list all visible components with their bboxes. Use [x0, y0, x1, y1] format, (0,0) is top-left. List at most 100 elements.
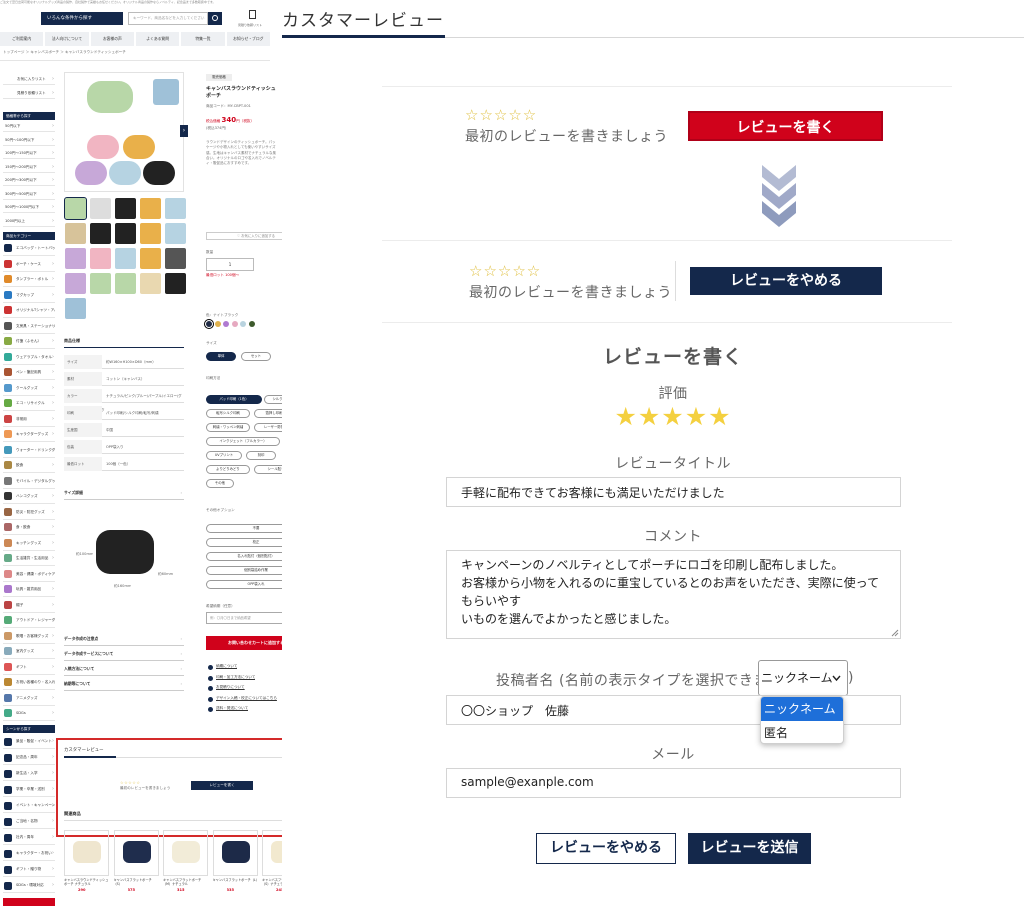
- global-nav-item[interactable]: お客様の声: [90, 32, 134, 46]
- size-option-set[interactable]: セット: [241, 352, 271, 361]
- sidebar-category-item[interactable]: SDGs: [3, 706, 55, 721]
- color-swatch[interactable]: [214, 321, 221, 327]
- rating-star-icon[interactable]: ★: [685, 402, 708, 431]
- sidebar-price-item[interactable]: 500円〜1000円以下: [3, 202, 55, 213]
- color-swatch[interactable]: [223, 321, 229, 327]
- product-thumbnail[interactable]: [64, 197, 87, 220]
- sidebar-price-item[interactable]: 100円〜150円以下: [3, 148, 55, 159]
- sidebar-scene-item[interactable]: ご当地・名物: [3, 814, 55, 829]
- print-option[interactable]: パッド印刷（1色）: [206, 395, 262, 404]
- print-option[interactable]: よりどりみどり: [206, 465, 250, 474]
- sidebar-category-item[interactable]: ペン・筆記用具: [3, 365, 55, 380]
- sidebar-scene-item[interactable]: イベント・キャンペーン: [3, 798, 55, 813]
- product-thumbnail[interactable]: [90, 273, 111, 294]
- sidebar-category-item[interactable]: タンブラー・ボトル: [3, 272, 55, 287]
- sidebar-category-item[interactable]: オリジナルTシャツ・アパレル: [3, 303, 55, 318]
- cancel-review-button-top[interactable]: レビューをやめる: [690, 267, 882, 295]
- product-thumbnail[interactable]: [115, 198, 136, 219]
- product-thumbnail[interactable]: [90, 248, 111, 269]
- sidebar-category-item[interactable]: 生活雑貨・生活用品: [3, 551, 55, 566]
- rating-stars[interactable]: ★★★★★: [282, 402, 1024, 431]
- product-thumbnail[interactable]: [165, 273, 186, 294]
- color-swatch[interactable]: [240, 321, 246, 327]
- sidebar-category-item[interactable]: キッチングッズ: [3, 536, 55, 551]
- product-thumbnail[interactable]: [140, 223, 161, 244]
- sidebar-category-item[interactable]: 文房具・ステーショナリー: [3, 319, 55, 334]
- sidebar-category-item[interactable]: アニメグッズ: [3, 691, 55, 706]
- sidebar-category-item[interactable]: クールグッズ: [3, 381, 55, 396]
- print-option[interactable]: 刻印: [246, 451, 276, 460]
- sidebar-category-item[interactable]: 室内グッズ: [3, 644, 55, 659]
- mini-write-review-button[interactable]: レビューを書く: [191, 781, 253, 790]
- related-product-name[interactable]: キャンバスフラットポーチ（S）: [114, 878, 159, 887]
- sidebar-price-item[interactable]: 50円以下: [3, 121, 55, 132]
- sidebar-category-item[interactable]: お祝い各種のり・名入れグッズ: [3, 675, 55, 690]
- sidebar-category-item[interactable]: アウトドア・レジャーグッズ: [3, 613, 55, 628]
- accordion-item[interactable]: 入稿方法について: [64, 662, 184, 676]
- related-product-card[interactable]: [64, 830, 109, 876]
- product-thumbnail[interactable]: [140, 273, 161, 294]
- sidebar-category-item[interactable]: 防災・防犯グッズ: [3, 505, 55, 520]
- info-link[interactable]: 納期について: [216, 664, 237, 669]
- search-by-condition-button[interactable]: いろんな条件から探す: [41, 12, 123, 25]
- rating-star-icon[interactable]: ★: [614, 402, 637, 431]
- sidebar-category-item[interactable]: エコ・リサイクル: [3, 396, 55, 411]
- product-main-image[interactable]: [64, 72, 184, 192]
- name-type-select[interactable]: ニックネーム: [758, 660, 848, 696]
- cancel-review-button[interactable]: レビューをやめる: [536, 833, 676, 864]
- sidebar-favorites[interactable]: お気に入りリスト: [3, 74, 55, 85]
- info-link[interactable]: 送料・発送について: [216, 706, 248, 711]
- global-nav-item[interactable]: 法人向けについて: [45, 32, 89, 46]
- sidebar-scene-item[interactable]: 新生活・入学: [3, 766, 55, 781]
- product-thumbnail[interactable]: [165, 198, 186, 219]
- product-thumbnail[interactable]: [140, 248, 161, 269]
- email-input[interactable]: sample@exanple.com: [446, 768, 901, 798]
- product-thumbnail[interactable]: [140, 198, 161, 219]
- product-thumbnail[interactable]: [90, 223, 111, 244]
- sidebar-price-item[interactable]: 1000円以上: [3, 216, 55, 227]
- sidebar-scene-item[interactable]: ギフト・贈り物: [3, 862, 55, 877]
- sidebar-scene-item[interactable]: 記念品・周年: [3, 750, 55, 765]
- related-product-name[interactable]: キャンバスフラットポーチ（L）: [213, 878, 258, 887]
- sidebar-price-item[interactable]: 150円〜200円以下: [3, 162, 55, 173]
- sidebar-quote-list[interactable]: 見積り依頼リスト: [3, 88, 55, 99]
- quote-list-icon[interactable]: [245, 10, 259, 22]
- product-thumbnail[interactable]: [165, 223, 186, 244]
- sidebar-scene-item[interactable]: キャラクター・お祝い: [3, 846, 55, 861]
- sidebar-scene-item[interactable]: SDGs・環境対応: [3, 878, 55, 893]
- related-product-card[interactable]: [113, 830, 159, 876]
- rating-star-icon[interactable]: ★: [661, 402, 684, 431]
- write-review-button[interactable]: レビューを書く: [688, 111, 883, 141]
- sidebar-category-item[interactable]: ウェアラブル・タオル: [3, 350, 55, 365]
- product-thumbnail[interactable]: [65, 223, 86, 244]
- accordion-item[interactable]: データ作成サービスについて: [64, 647, 184, 661]
- global-nav-item[interactable]: よくある質問: [135, 32, 180, 46]
- resize-handle-icon[interactable]: [891, 629, 899, 637]
- sidebar-category-item[interactable]: ギフト: [3, 660, 55, 675]
- sidebar-category-item[interactable]: 飲食: [3, 458, 55, 473]
- info-link[interactable]: デザイン入稿・校正についてはこちら: [216, 696, 277, 701]
- global-nav-item[interactable]: 特集一覧: [181, 32, 225, 46]
- sidebar-scene-item[interactable]: 社内・周年: [3, 830, 55, 845]
- product-thumbnail[interactable]: [115, 273, 136, 294]
- product-thumbnail[interactable]: [165, 248, 186, 269]
- sidebar-price-item[interactable]: 300円〜500円以下: [3, 189, 55, 200]
- print-option[interactable]: インクジェット（フルカラー）: [206, 437, 280, 446]
- review-title-input[interactable]: 手軽に配布できてお客様にも満足いただけました: [446, 477, 901, 507]
- sidebar-category-item[interactable]: 付箋（ふせん）: [3, 334, 55, 349]
- color-swatch[interactable]: [231, 321, 238, 327]
- sidebar-category-item[interactable]: 帽子: [3, 598, 55, 613]
- search-input[interactable]: キーワード、商品名などを入力してください: [128, 12, 208, 25]
- qty-input[interactable]: 1: [206, 258, 254, 271]
- sidebar-category-item[interactable]: ハンコグッズ: [3, 489, 55, 504]
- sidebar-category-item[interactable]: ポーチ・ケース: [3, 257, 55, 272]
- size-option-single[interactable]: 単体: [206, 352, 236, 361]
- comment-textarea[interactable]: キャンペーンのノベルティとしてポーチにロゴを印刷し配布しました。 お客様から小物…: [446, 550, 901, 639]
- info-link[interactable]: お見積りについて: [216, 685, 245, 690]
- sidebar-category-item[interactable]: キャラクターグッズ: [3, 427, 55, 442]
- product-thumbnail[interactable]: [115, 248, 136, 269]
- product-thumbnail[interactable]: [65, 248, 86, 269]
- sidebar-category-item[interactable]: モバイル・デジタルグッズ: [3, 474, 55, 489]
- color-swatch[interactable]: [204, 319, 214, 329]
- sidebar-category-item[interactable]: 非常用: [3, 412, 55, 427]
